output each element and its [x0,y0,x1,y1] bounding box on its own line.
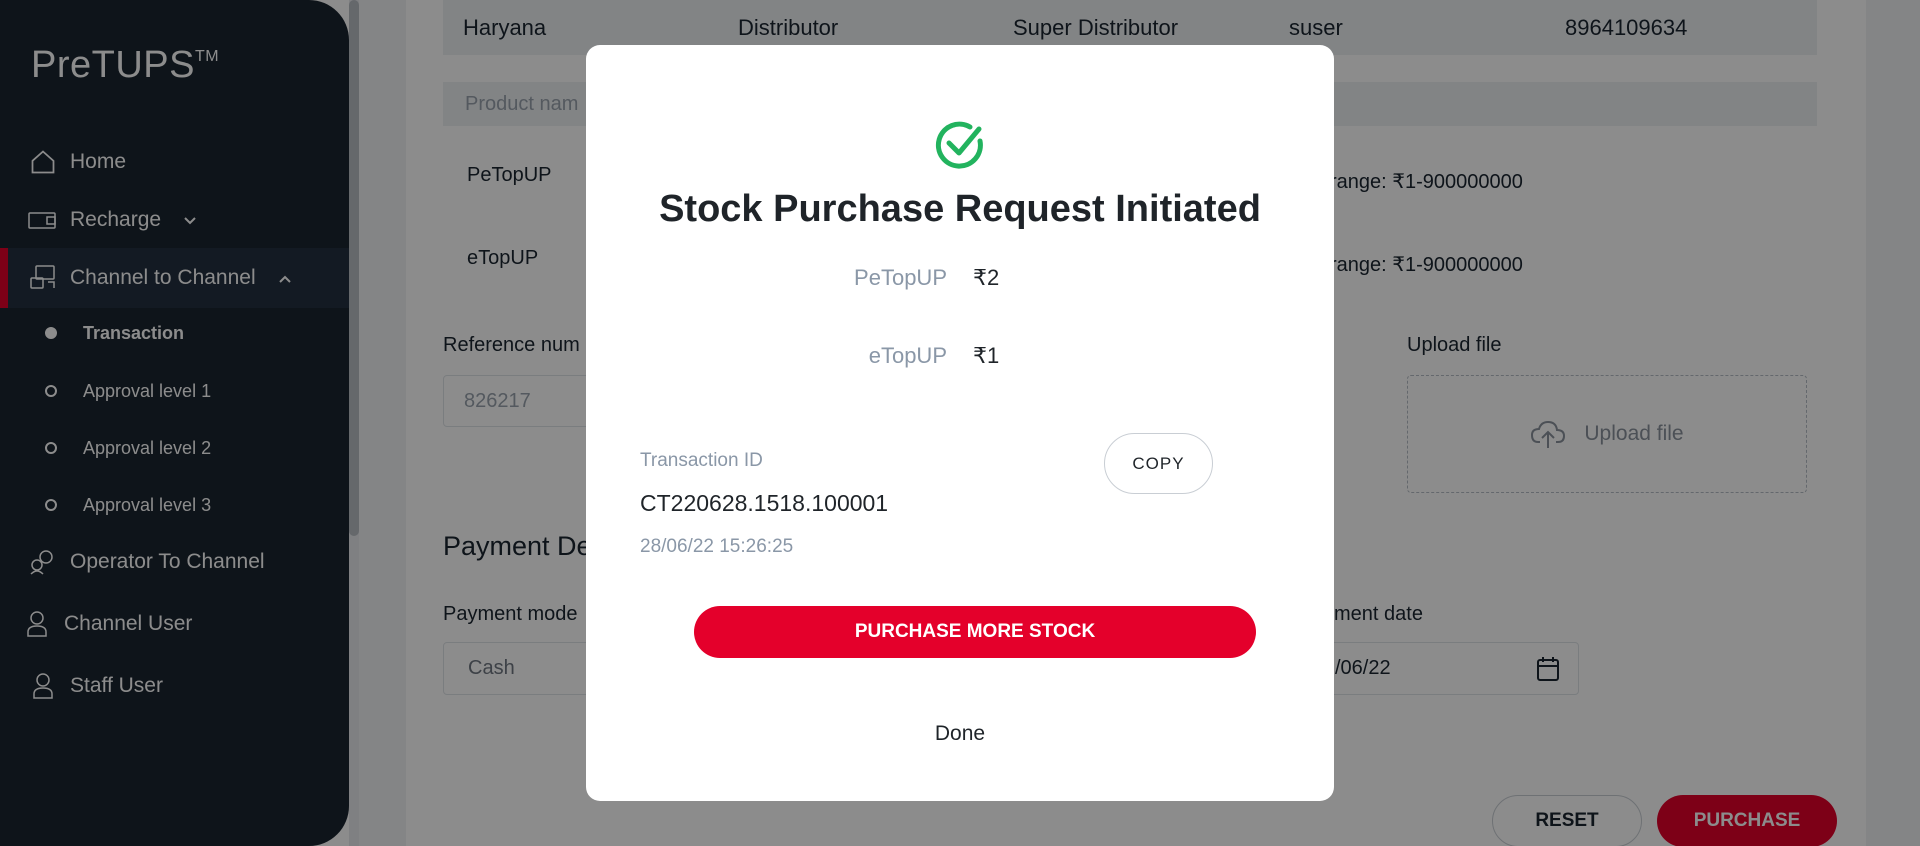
purchase-more-stock-button[interactable]: PURCHASE MORE STOCK [694,606,1256,658]
done-button[interactable]: Done [875,714,1045,754]
amount-product: PeTopUP [854,265,947,290]
transaction-timestamp: 28/06/22 15:26:25 [640,536,794,557]
amount-row: eTopUP ₹1 [586,343,1334,369]
transaction-id-label: Transaction ID [640,450,763,471]
success-check-icon [932,117,988,178]
amount-product: eTopUP [868,343,947,368]
success-dialog: Stock Purchase Request Initiated PeTopUP… [586,45,1334,801]
dialog-title: Stock Purchase Request Initiated [659,188,1261,230]
copy-button[interactable]: COPY [1104,433,1213,494]
transaction-id: CT220628.1518.100001 [640,490,889,516]
amount-row: PeTopUP ₹2 [586,265,1334,291]
amount-value: ₹2 [973,265,1000,290]
amount-value: ₹1 [973,343,1000,368]
